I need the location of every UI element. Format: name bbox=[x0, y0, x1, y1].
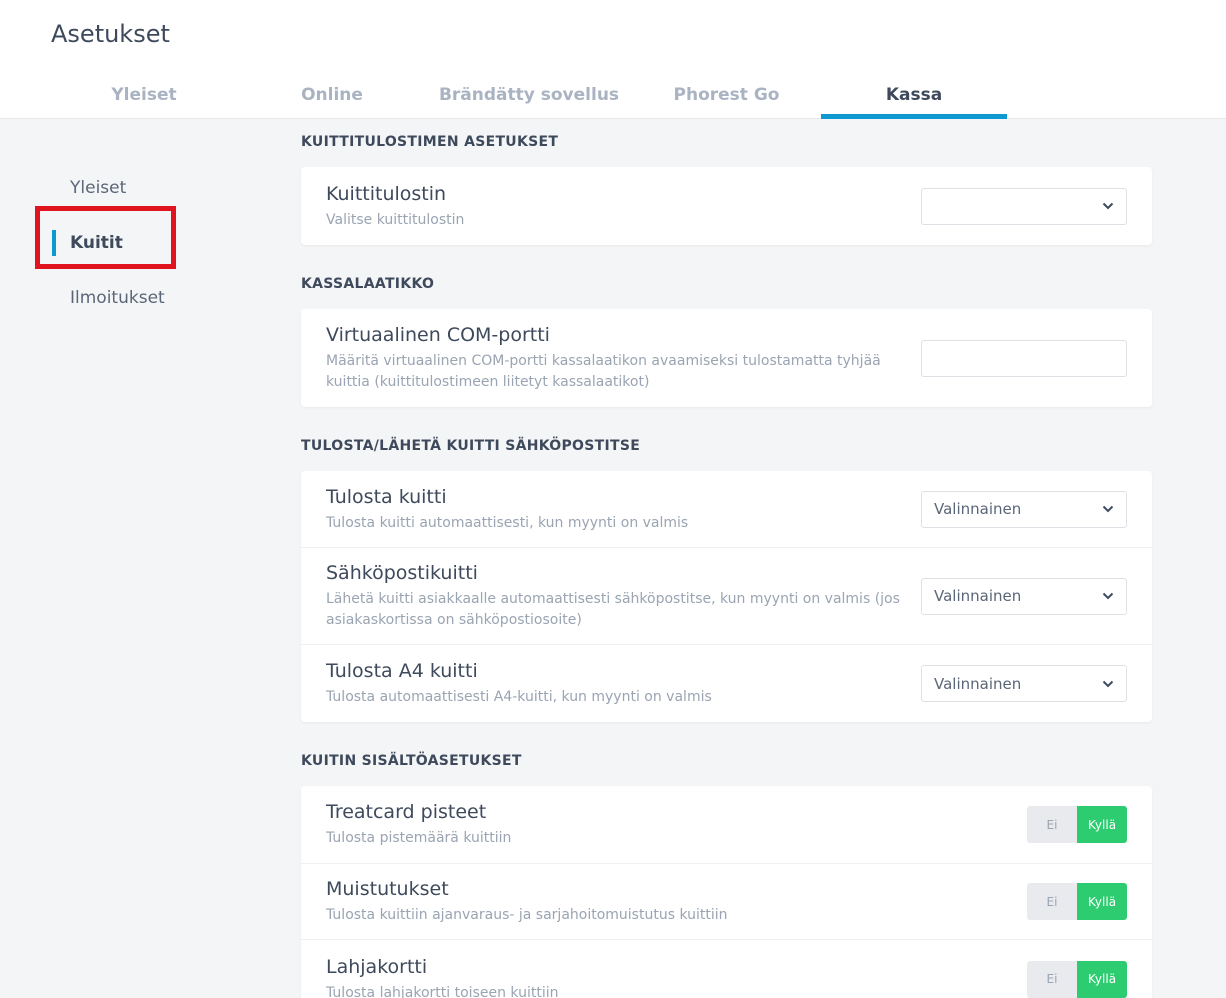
toggle-yes-button[interactable]: Kyllä bbox=[1077, 806, 1127, 843]
chevron-down-icon bbox=[1102, 590, 1114, 602]
setting-title: Tulosta kuitti bbox=[326, 485, 447, 508]
setting-row-a4-receipt: Tulosta A4 kuitti Tulosta automaattisest… bbox=[301, 645, 1152, 722]
a4-receipt-select[interactable]: Valinnainen bbox=[921, 665, 1127, 702]
print-receipt-select[interactable]: Valinnainen bbox=[921, 490, 1127, 528]
select-value: Valinnainen bbox=[934, 500, 1022, 518]
sidebar-item-label: Ilmoitukset bbox=[70, 287, 165, 308]
toggle-no-button[interactable]: Ei bbox=[1027, 883, 1077, 920]
content-card: Treatcard pisteet Tulosta pistemäärä kui… bbox=[301, 786, 1152, 998]
chevron-down-icon bbox=[1102, 503, 1114, 515]
highlight-annotation bbox=[35, 206, 176, 269]
section-title-printer: KUITTITULOSTIMEN ASETUKSET bbox=[301, 133, 559, 150]
section-title-drawer: KASSALAATIKKO bbox=[301, 275, 435, 292]
setting-title: Lahjakortti bbox=[326, 955, 428, 978]
setting-row-email-receipt: Sähköpostikuitti Lähetä kuitti asiakkaal… bbox=[301, 548, 1152, 645]
setting-row-treatcard: Treatcard pisteet Tulosta pistemäärä kui… bbox=[301, 786, 1152, 864]
setting-title: Sähköpostikuitti bbox=[326, 562, 478, 584]
section-title-content: KUITIN SISÄLTÖASETUKSET bbox=[301, 752, 522, 769]
print-email-card: Tulosta kuitti Tulosta kuitti automaatti… bbox=[301, 471, 1152, 722]
toggle-yes-button[interactable]: Kyllä bbox=[1077, 960, 1127, 998]
setting-title: Treatcard pisteet bbox=[326, 801, 487, 823]
setting-row-com-port: Virtuaalinen COM-portti Määritä virtuaal… bbox=[301, 309, 1152, 407]
setting-row-print-receipt: Tulosta kuitti Tulosta kuitti automaatti… bbox=[301, 471, 1152, 548]
select-value: Valinnainen bbox=[934, 587, 1022, 605]
select-value: Valinnainen bbox=[934, 674, 1022, 693]
chevron-down-icon bbox=[1102, 200, 1114, 212]
treatcard-toggle: Ei Kyllä bbox=[1027, 806, 1127, 843]
setting-description: Tulosta lahjakortti toiseen kuittiin bbox=[326, 984, 559, 998]
setting-description: Määritä virtuaalinen COM-portti kassalaa… bbox=[326, 353, 881, 390]
chevron-down-icon bbox=[1102, 678, 1114, 690]
tab-online[interactable]: Online bbox=[238, 70, 426, 119]
page-title: Asetukset bbox=[51, 20, 170, 48]
tab-yleiset[interactable]: Yleiset bbox=[50, 70, 238, 119]
setting-description: Tulosta pistemäärä kuittiin bbox=[326, 830, 512, 846]
setting-row-receipt-printer: Kuittitulostin Valitse kuittitulostin bbox=[301, 167, 1152, 245]
sidebar-item-label: Yleiset bbox=[70, 177, 127, 198]
gift-card-toggle: Ei Kyllä bbox=[1027, 960, 1127, 998]
setting-title: Tulosta A4 kuitti bbox=[326, 660, 478, 682]
header: Asetukset Yleiset Online Brändätty sovel… bbox=[0, 0, 1226, 119]
tab-bar: Yleiset Online Brändätty sovellus Phores… bbox=[50, 70, 1007, 119]
section-title-print-email: TULOSTA/LÄHETÄ KUITTI SÄHKÖPOSTITSE bbox=[301, 437, 641, 454]
setting-row-gift-card: Lahjakortti Tulosta lahjakortti toiseen … bbox=[301, 940, 1152, 998]
toggle-yes-button[interactable]: Kyllä bbox=[1077, 883, 1127, 920]
printer-card: Kuittitulostin Valitse kuittitulostin bbox=[301, 167, 1152, 245]
setting-description: Valitse kuittitulostin bbox=[326, 211, 465, 228]
setting-description: Tulosta kuitti automaattisesti, kun myyn… bbox=[326, 514, 689, 531]
sidebar-item-ilmoitukset[interactable]: Ilmoitukset bbox=[35, 270, 255, 325]
setting-title: Muistutukset bbox=[326, 878, 449, 900]
tab-brandatty-sovellus[interactable]: Brändätty sovellus bbox=[426, 70, 632, 119]
receipt-printer-select[interactable] bbox=[921, 187, 1127, 225]
setting-title: Kuittitulostin bbox=[326, 182, 447, 205]
tab-phorest-go[interactable]: Phorest Go bbox=[632, 70, 821, 119]
toggle-no-button[interactable]: Ei bbox=[1027, 806, 1077, 843]
setting-description: Tulosta kuittiin ajanvaraus- ja sarjahoi… bbox=[326, 907, 728, 923]
setting-row-reminders: Muistutukset Tulosta kuittiin ajanvaraus… bbox=[301, 864, 1152, 940]
reminders-toggle: Ei Kyllä bbox=[1027, 883, 1127, 920]
email-receipt-select[interactable]: Valinnainen bbox=[921, 577, 1127, 615]
tab-kassa[interactable]: Kassa bbox=[821, 70, 1007, 119]
com-port-input[interactable] bbox=[921, 339, 1127, 377]
setting-description: Tulosta automaattisesti A4-kuitti, kun m… bbox=[326, 689, 712, 705]
setting-description: Lähetä kuitti asiakkaalle automaattisest… bbox=[326, 591, 900, 628]
setting-title: Virtuaalinen COM-portti bbox=[326, 324, 550, 346]
toggle-no-button[interactable]: Ei bbox=[1027, 960, 1077, 998]
settings-content: KUITTITULOSTIMEN ASETUKSET Kuittitulosti… bbox=[301, 125, 1152, 998]
drawer-card: Virtuaalinen COM-portti Määritä virtuaal… bbox=[301, 309, 1152, 407]
